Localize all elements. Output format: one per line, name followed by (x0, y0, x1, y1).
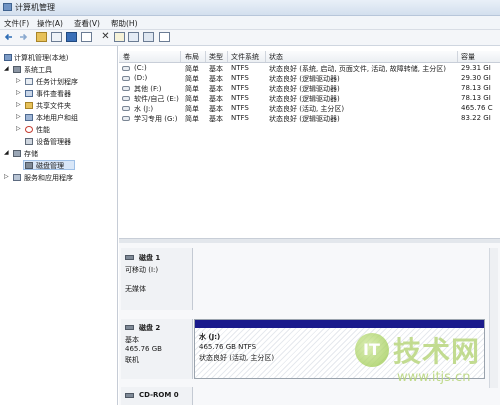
watermark-logo-text: IT (363, 340, 380, 359)
navigation-tree (0, 46, 118, 405)
performance-icon (25, 126, 33, 133)
volume-row[interactable]: 其他 (F:) 简单 基本 NTFS 状态良好 (逻辑驱动器) 78.13 GI (119, 84, 500, 94)
expand-arrow-icon[interactable]: ▷ (16, 77, 21, 84)
drive-icon (122, 106, 130, 111)
export-list-icon[interactable] (159, 32, 170, 42)
watermark-url: www.itjs.cn (397, 370, 471, 385)
users-icon (25, 114, 33, 121)
tree-performance[interactable]: 性能 (36, 125, 50, 135)
disk1-label[interactable]: 磁盘 1 可移动 (I:) 无媒体 (121, 248, 193, 310)
drive-icon (122, 76, 130, 81)
toolbar: ✕ (0, 30, 500, 46)
window-title: 计算机管理 (15, 3, 55, 12)
computer-icon (4, 54, 12, 61)
expand-arrow-icon[interactable]: ▷ (16, 89, 21, 96)
tree-event-viewer[interactable]: 事件查看器 (36, 89, 71, 99)
shared-folder-icon (25, 102, 33, 109)
volume-row[interactable]: 软件/自己 (E:) 简单 基本 NTFS 状态良好 (逻辑驱动器) 78.13… (119, 94, 500, 104)
services-icon (13, 174, 21, 181)
open-icon[interactable] (114, 32, 125, 42)
cdrom-label[interactable]: CD-ROM 0 (121, 387, 193, 405)
tree-local-users[interactable]: 本地用户和组 (36, 113, 78, 123)
volume-row[interactable]: (D:) 简单 基本 NTFS 状态良好 (逻辑驱动器) 29.30 GI (119, 74, 500, 84)
disk1-unallocated-area (194, 248, 485, 310)
menu-help[interactable]: 帮助(H) (111, 18, 138, 29)
tools-icon (13, 66, 21, 73)
tree-shared-folders[interactable]: 共享文件夹 (36, 101, 71, 111)
column-status[interactable]: 状态 (269, 52, 283, 62)
tree-storage[interactable]: 存储 (24, 149, 38, 159)
collapse-arrow-icon[interactable]: ◢ (4, 149, 9, 156)
up-folder-icon[interactable] (36, 32, 47, 42)
watermark-brand: 技术网 (393, 335, 481, 368)
disk2-label[interactable]: 磁盘 2 基本 465.76 GB 联机 (121, 319, 193, 379)
column-type[interactable]: 类型 (209, 52, 223, 62)
drive-icon (122, 66, 130, 71)
back-icon[interactable] (4, 32, 15, 42)
expand-arrow-icon[interactable]: ▷ (16, 125, 21, 132)
task-scheduler-icon (25, 78, 33, 85)
partition-name: 水 (J:) (199, 333, 221, 341)
storage-icon (13, 150, 21, 157)
drive-icon (122, 86, 130, 91)
cdrom-icon (125, 393, 134, 398)
expand-arrow-icon[interactable]: ▷ (16, 101, 21, 108)
refresh-icon[interactable] (143, 32, 154, 42)
volume-row[interactable]: 水 (J:) 简单 基本 NTFS 状态良好 (活动, 主分区) 465.76 … (119, 104, 500, 114)
expand-arrow-icon[interactable]: ▷ (4, 173, 9, 180)
forward-icon[interactable] (18, 32, 29, 42)
menu-view[interactable]: 查看(V) (74, 18, 100, 29)
tree-device-manager[interactable]: 设备管理器 (36, 137, 71, 147)
column-filesystem[interactable]: 文件系统 (231, 52, 259, 62)
volume-row[interactable]: (C:) 简单 基本 NTFS 状态良好 (系统, 启动, 页面文件, 活动, … (119, 64, 500, 74)
disk-management-icon (25, 162, 33, 169)
vertical-scrollbar[interactable] (489, 248, 498, 388)
disk-icon (125, 255, 134, 260)
properties-icon[interactable] (81, 32, 92, 42)
event-viewer-icon (25, 90, 33, 97)
column-volume[interactable]: 卷 (123, 52, 130, 62)
computer-management-icon (3, 3, 12, 11)
column-capacity[interactable]: 容量 (461, 52, 475, 62)
drive-icon (122, 116, 130, 121)
help-icon[interactable] (66, 32, 77, 42)
partition-status: 状态良好 (活动, 主分区) (199, 354, 275, 362)
device-manager-icon (25, 138, 33, 145)
title-bar: 计算机管理 (0, 0, 500, 16)
disk-icon (125, 325, 134, 330)
volume-list-header: 卷 布局 类型 文件系统 状态 容量 (119, 51, 500, 63)
expand-arrow-icon[interactable]: ▷ (16, 113, 21, 120)
collapse-arrow-icon[interactable]: ◢ (4, 65, 9, 72)
delete-icon[interactable]: ✕ (100, 32, 111, 42)
show-hide-tree-icon[interactable] (51, 32, 62, 42)
partition-size: 465.76 GB NTFS (199, 343, 257, 351)
tree-disk-management[interactable]: 磁盘管理 (36, 161, 64, 171)
menu-bar: 文件(F) 操作(A) 查看(V) 帮助(H) (0, 16, 500, 30)
partition-bar (195, 320, 484, 328)
menu-action[interactable]: 操作(A) (37, 18, 63, 29)
volume-row[interactable]: 学习专用 (G:) 简单 基本 NTFS 状态良好 (逻辑驱动器) 83.22 … (119, 114, 500, 124)
rescan-icon[interactable] (128, 32, 139, 42)
column-layout[interactable]: 布局 (185, 52, 199, 62)
tree-task-scheduler[interactable]: 任务计划程序 (36, 77, 78, 87)
tree-services-apps[interactable]: 服务和应用程序 (24, 173, 73, 183)
drive-icon (122, 96, 130, 101)
menu-file[interactable]: 文件(F) (4, 18, 29, 29)
tree-system-tools[interactable]: 系统工具 (24, 65, 52, 75)
